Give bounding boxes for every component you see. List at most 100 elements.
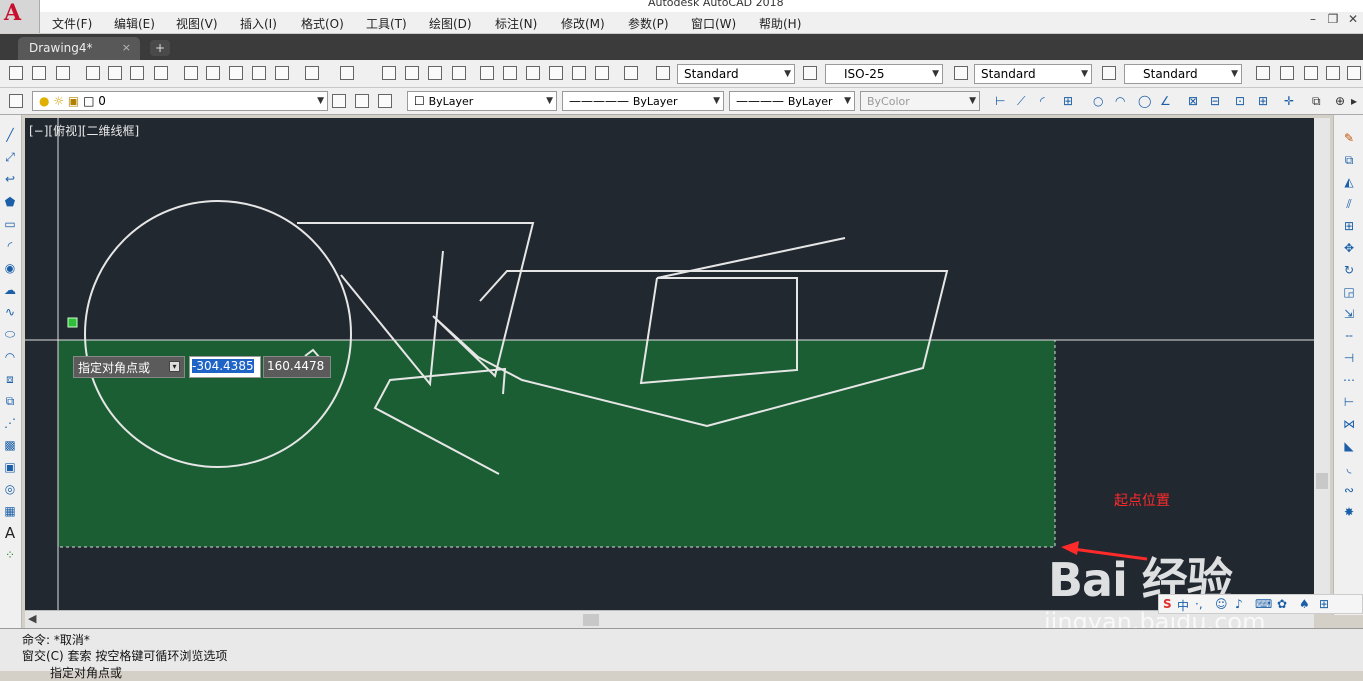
minimize-icon[interactable]: – [1303,12,1323,26]
menu-format[interactable]: 格式(O) [301,15,344,32]
scale-icon[interactable]: ◲ [1342,285,1356,299]
make-block-icon[interactable]: ⧉ [3,394,17,408]
dim-style-icon[interactable] [803,66,817,80]
sheet-set-icon[interactable] [549,66,563,80]
close-tab-icon[interactable]: × [122,41,131,54]
keyboard-icon[interactable]: ⌨ [1255,597,1272,611]
undo-icon[interactable] [305,66,319,80]
punctuation-icon[interactable]: ·, [1195,597,1203,611]
dim-edit-icon[interactable]: ⧉ [1312,94,1326,108]
offset-icon[interactable]: ⫽ [1342,197,1356,211]
copy-icon[interactable] [206,66,220,80]
new-icon[interactable] [9,66,23,80]
emoji-icon[interactable]: ☺ [1215,597,1228,611]
menu-dimension[interactable]: 标注(N) [495,15,537,32]
copy-object-icon[interactable]: ⧉ [1342,153,1356,167]
mic-icon[interactable]: ♪ [1235,597,1243,611]
pan-icon[interactable] [382,66,396,80]
baseline-icon[interactable]: ⊟ [1210,94,1224,108]
new-tab-button[interactable]: + [150,40,170,56]
redo-icon[interactable] [340,66,354,80]
more-tools-icon[interactable] [1347,66,1361,80]
toolbox-icon[interactable]: ⊞ [1319,597,1329,611]
more-icon[interactable]: ▸ [1351,94,1363,108]
3d-print-icon[interactable] [154,66,168,80]
layer-previous-icon[interactable] [355,94,369,108]
menu-tools[interactable]: 工具(T) [366,15,407,32]
tool-palettes-icon[interactable] [526,66,540,80]
mtext-icon[interactable]: A [3,526,17,541]
paste-block-icon[interactable] [252,66,266,80]
mirror-icon[interactable]: ◭ [1342,175,1356,189]
polygon-icon[interactable]: ⬟ [3,195,17,209]
annotation-scale-icon[interactable] [1256,66,1270,80]
blend-icon[interactable]: ∾ [1342,483,1356,497]
zoom-realtime-icon[interactable] [405,66,419,80]
mleader-style-icon[interactable] [1102,66,1116,80]
table-icon[interactable]: ▦ [3,504,17,518]
match-properties-icon[interactable] [275,66,289,80]
add-scale-icon[interactable] [1304,66,1318,80]
quick-dim-icon[interactable]: ⊠ [1188,94,1202,108]
menu-view[interactable]: 视图(V) [176,15,218,32]
gradient-icon[interactable]: ▣ [3,460,17,474]
calculator-icon[interactable] [595,66,609,80]
help-icon[interactable] [624,66,638,80]
spline-icon[interactable]: ∿ [3,305,17,319]
command-line[interactable]: 命令: *取消* 窗交(C) 套索 按空格键可循环浏览选项 指定对角点或 [0,628,1363,680]
arc-icon[interactable]: ◜ [3,239,17,253]
ellipse-arc-icon[interactable]: ◠ [3,350,17,364]
ime-toolbar[interactable]: S 中 ·, ☺ ♪ ⌨ ✿ ♠ ⊞ [1158,594,1363,614]
hatch-icon[interactable]: ▩ [3,438,17,452]
continue-icon[interactable]: ⊡ [1235,94,1249,108]
point-icon[interactable]: ⋰ [3,416,17,430]
radius-icon[interactable]: ○ [1093,94,1107,108]
menu-edit[interactable]: 编辑(E) [114,15,155,32]
trim-icon[interactable]: ╌ [1342,329,1356,343]
join-icon[interactable]: ⋈ [1342,417,1356,431]
polyline-icon[interactable]: ↩ [3,172,17,186]
circle-icon[interactable]: ◉ [3,261,17,275]
mleader-style-select[interactable]: Standard ▼ [1124,64,1242,84]
y-coordinate-input[interactable]: 160.4478 [263,356,331,378]
add-icon[interactable]: ⊕ [1335,94,1349,108]
rectangle-icon[interactable]: ▭ [3,217,17,231]
publish-icon[interactable] [130,66,144,80]
options-icon[interactable]: ▾ [169,361,180,372]
tolerance-icon[interactable]: ⊞ [1258,94,1272,108]
layer-state-icon[interactable] [378,94,392,108]
menu-help[interactable]: 帮助(H) [759,15,801,32]
erase-icon[interactable]: ✎ [1342,131,1356,145]
lineweight-select[interactable]: ———— ByLayer ▼ [729,91,855,111]
vertical-scroll-thumb[interactable] [1316,473,1328,489]
color-select[interactable]: ☐ ByLayer ▼ [407,91,557,111]
ellipse-icon[interactable]: ⬭ [3,327,17,341]
table-style-icon[interactable] [954,66,968,80]
plot-preview-icon[interactable] [108,66,122,80]
center-mark-icon[interactable]: ✛ [1284,94,1298,108]
tab-drawing4[interactable]: Drawing4* × [18,37,140,60]
fillet-icon[interactable]: ◟ [1342,461,1356,475]
markup-icon[interactable] [572,66,586,80]
revision-cloud-icon[interactable]: ☁ [3,283,17,297]
move-icon[interactable]: ✥ [1342,241,1356,255]
sync-scale-icon[interactable] [1326,66,1340,80]
aligned-dim-icon[interactable]: ⟋ [1017,94,1031,108]
linetype-select[interactable]: ————— ByLayer ▼ [562,91,724,111]
scroll-left-icon[interactable]: ◀ [28,612,36,625]
annotative-text-icon[interactable] [1280,66,1294,80]
chamfer-icon[interactable]: ◣ [1342,439,1356,453]
region-icon[interactable]: ◎ [3,482,17,496]
menu-insert[interactable]: 插入(I) [240,15,277,32]
x-coordinate-input[interactable]: -304.4385 [189,356,261,378]
break-point-icon[interactable]: ⋯ [1342,373,1356,387]
text-style-icon[interactable] [656,66,670,80]
menu-draw[interactable]: 绘图(D) [429,15,472,32]
array-icon[interactable]: ⊞ [1342,219,1356,233]
menu-parametric[interactable]: 参数(P) [628,15,669,32]
angular-icon[interactable]: ∠ [1160,94,1174,108]
application-menu-button[interactable]: A [0,0,40,33]
restore-icon[interactable]: ❐ [1323,12,1343,26]
open-icon[interactable] [32,66,46,80]
extend-icon[interactable]: ⊣ [1342,351,1356,365]
